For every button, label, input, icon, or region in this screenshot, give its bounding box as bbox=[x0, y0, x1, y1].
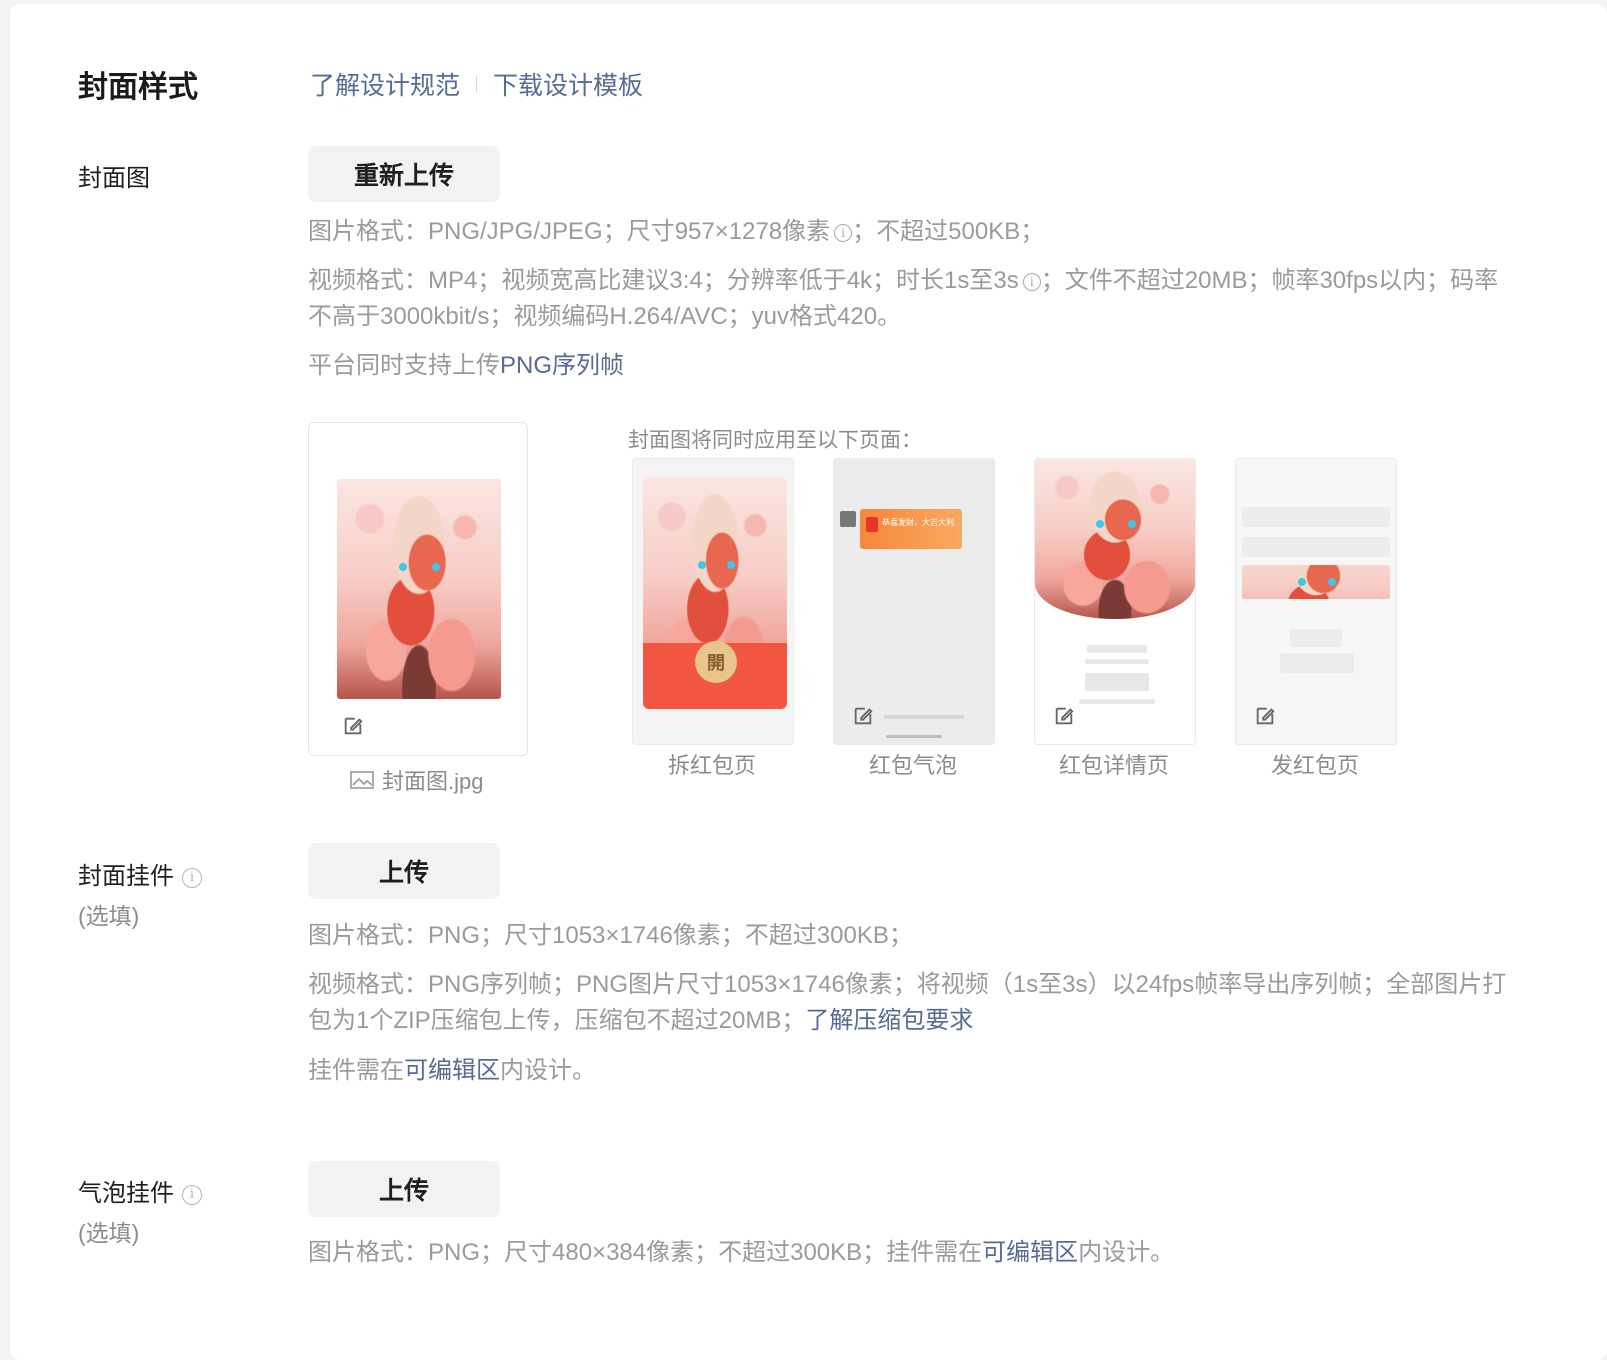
design-spec-link[interactable]: 了解设计规范 bbox=[310, 66, 460, 102]
edit-icon[interactable] bbox=[1053, 705, 1075, 727]
pendant-image-hint: 图片格式：PNG；尺寸1053×1746像素；不超过300KB； bbox=[308, 922, 913, 949]
cover-filename: 封面图.jpg bbox=[350, 764, 483, 796]
cover-upload-preview[interactable] bbox=[308, 422, 528, 756]
chat-input-bar bbox=[884, 715, 964, 719]
info-icon[interactable]: i bbox=[182, 867, 202, 888]
pendant-upload-button[interactable]: 上传 bbox=[308, 843, 500, 899]
preview-detail-caption: 红包详情页 bbox=[1058, 753, 1169, 778]
preview-open-packet: 開 bbox=[632, 458, 794, 745]
info-icon[interactable]: i bbox=[182, 1184, 202, 1205]
top-links: 了解设计规范 下载设计模板 bbox=[310, 66, 643, 102]
open-button: 開 bbox=[695, 641, 737, 683]
detail-line bbox=[1087, 645, 1147, 653]
send-amount bbox=[1290, 629, 1342, 647]
bubble-pendant-hint: 图片格式：PNG；尺寸480×384像素；不超过300KB；挂件需在可编辑区内设… bbox=[308, 1235, 1518, 1271]
send-field bbox=[1242, 507, 1390, 527]
send-button bbox=[1280, 653, 1354, 673]
edit-icon[interactable] bbox=[342, 715, 364, 737]
preview-open-packet-caption: 拆红包页 bbox=[667, 753, 756, 778]
bubble-hint-a: 图片格式：PNG；尺寸480×384像素；不超过300KB；挂件需在 bbox=[308, 1239, 983, 1266]
cover-image bbox=[337, 479, 501, 699]
edit-icon[interactable] bbox=[1254, 705, 1276, 727]
image-icon bbox=[350, 771, 374, 789]
preview-send-caption: 发红包页 bbox=[1270, 753, 1359, 778]
send-field bbox=[1242, 537, 1390, 557]
zip-requirements-link[interactable]: 了解压缩包要求 bbox=[805, 1007, 973, 1034]
pendant-hint-3a: 挂件需在 bbox=[308, 1057, 404, 1084]
preview-bubble: 恭喜发财，大吉大利 bbox=[833, 458, 995, 745]
bubble-pendant-label-text: 气泡挂件 bbox=[78, 1180, 174, 1207]
cover-hint-3a: 平台同时支持上传 bbox=[308, 352, 500, 379]
bubble-text: 恭喜发财，大吉大利 bbox=[882, 518, 954, 527]
pendant-optional: (选填) bbox=[78, 903, 140, 929]
info-icon[interactable]: i bbox=[1022, 272, 1041, 291]
home-indicator bbox=[886, 735, 942, 738]
bubble-pendant-label: 气泡挂件 i (选填) bbox=[78, 1173, 202, 1248]
info-icon[interactable]: i bbox=[834, 223, 853, 242]
pendant-label: 封面挂件 i (选填) bbox=[78, 856, 202, 931]
preview-bubble-caption: 红包气泡 bbox=[868, 753, 957, 778]
section-title: 封面样式 bbox=[78, 71, 198, 104]
download-template-link[interactable]: 下载设计模板 bbox=[493, 66, 643, 102]
detail-amount bbox=[1085, 673, 1149, 691]
preview-send bbox=[1235, 458, 1397, 745]
apply-pages-title: 封面图将同时应用至以下页面： bbox=[628, 429, 922, 452]
editable-area-link[interactable]: 可编辑区 bbox=[982, 1239, 1078, 1266]
send-cover-strip bbox=[1242, 565, 1390, 599]
detail-art bbox=[1035, 459, 1195, 619]
png-sequence-hint: 平台同时支持上传PNG序列帧 bbox=[308, 348, 1518, 384]
png-sequence-link[interactable]: PNG序列帧 bbox=[500, 352, 624, 379]
cover-video-format-hint: 视频格式：MP4；视频宽高比建议3:4；分辨率低于4k；时长1s至3s i ；文件不… bbox=[308, 263, 1508, 335]
edit-icon[interactable] bbox=[852, 705, 874, 727]
bubble-pendant-upload-button[interactable]: 上传 bbox=[308, 1161, 500, 1217]
pendant-video-hint: 视频格式：PNG序列帧；PNG图片尺寸1053×1746像素；将视频（1s至3s… bbox=[308, 967, 1523, 1039]
cover-hint-2a: 视频格式：MP4；视频宽高比建议3:4；分辨率低于4k；时长1s至3s bbox=[308, 267, 1019, 294]
bubble-hint-b: 内设计。 bbox=[1078, 1239, 1175, 1266]
detail-line bbox=[1085, 659, 1149, 664]
bubble-packet-icon bbox=[866, 517, 878, 532]
cover-label: 封面图 bbox=[78, 165, 150, 192]
pendant-editable-hint: 挂件需在可编辑区内设计。 bbox=[308, 1053, 1518, 1089]
chat-avatar bbox=[840, 511, 856, 527]
detail-line bbox=[1079, 699, 1155, 704]
reupload-button[interactable]: 重新上传 bbox=[308, 146, 500, 202]
cover-hint-1: 图片格式：PNG/JPG/JPEG；尺寸957×1278像素 bbox=[308, 218, 831, 245]
link-divider bbox=[476, 76, 478, 92]
pendant-hint-3b: 内设计。 bbox=[500, 1057, 596, 1084]
editable-area-link[interactable]: 可编辑区 bbox=[404, 1057, 500, 1084]
bubble-card: 恭喜发财，大吉大利 bbox=[860, 509, 962, 549]
pendant-label-text: 封面挂件 bbox=[78, 863, 174, 890]
filename-text: 封面图.jpg bbox=[382, 769, 484, 794]
cover-hint-1-tail: ；不超过500KB； bbox=[852, 218, 1045, 245]
cover-image-format-hint: 图片格式：PNG/JPG/JPEG；尺寸957×1278像素 i ；不超过500KB… bbox=[308, 214, 1518, 250]
bubble-pendant-optional: (选填) bbox=[78, 1220, 140, 1246]
preview-detail bbox=[1034, 458, 1196, 745]
